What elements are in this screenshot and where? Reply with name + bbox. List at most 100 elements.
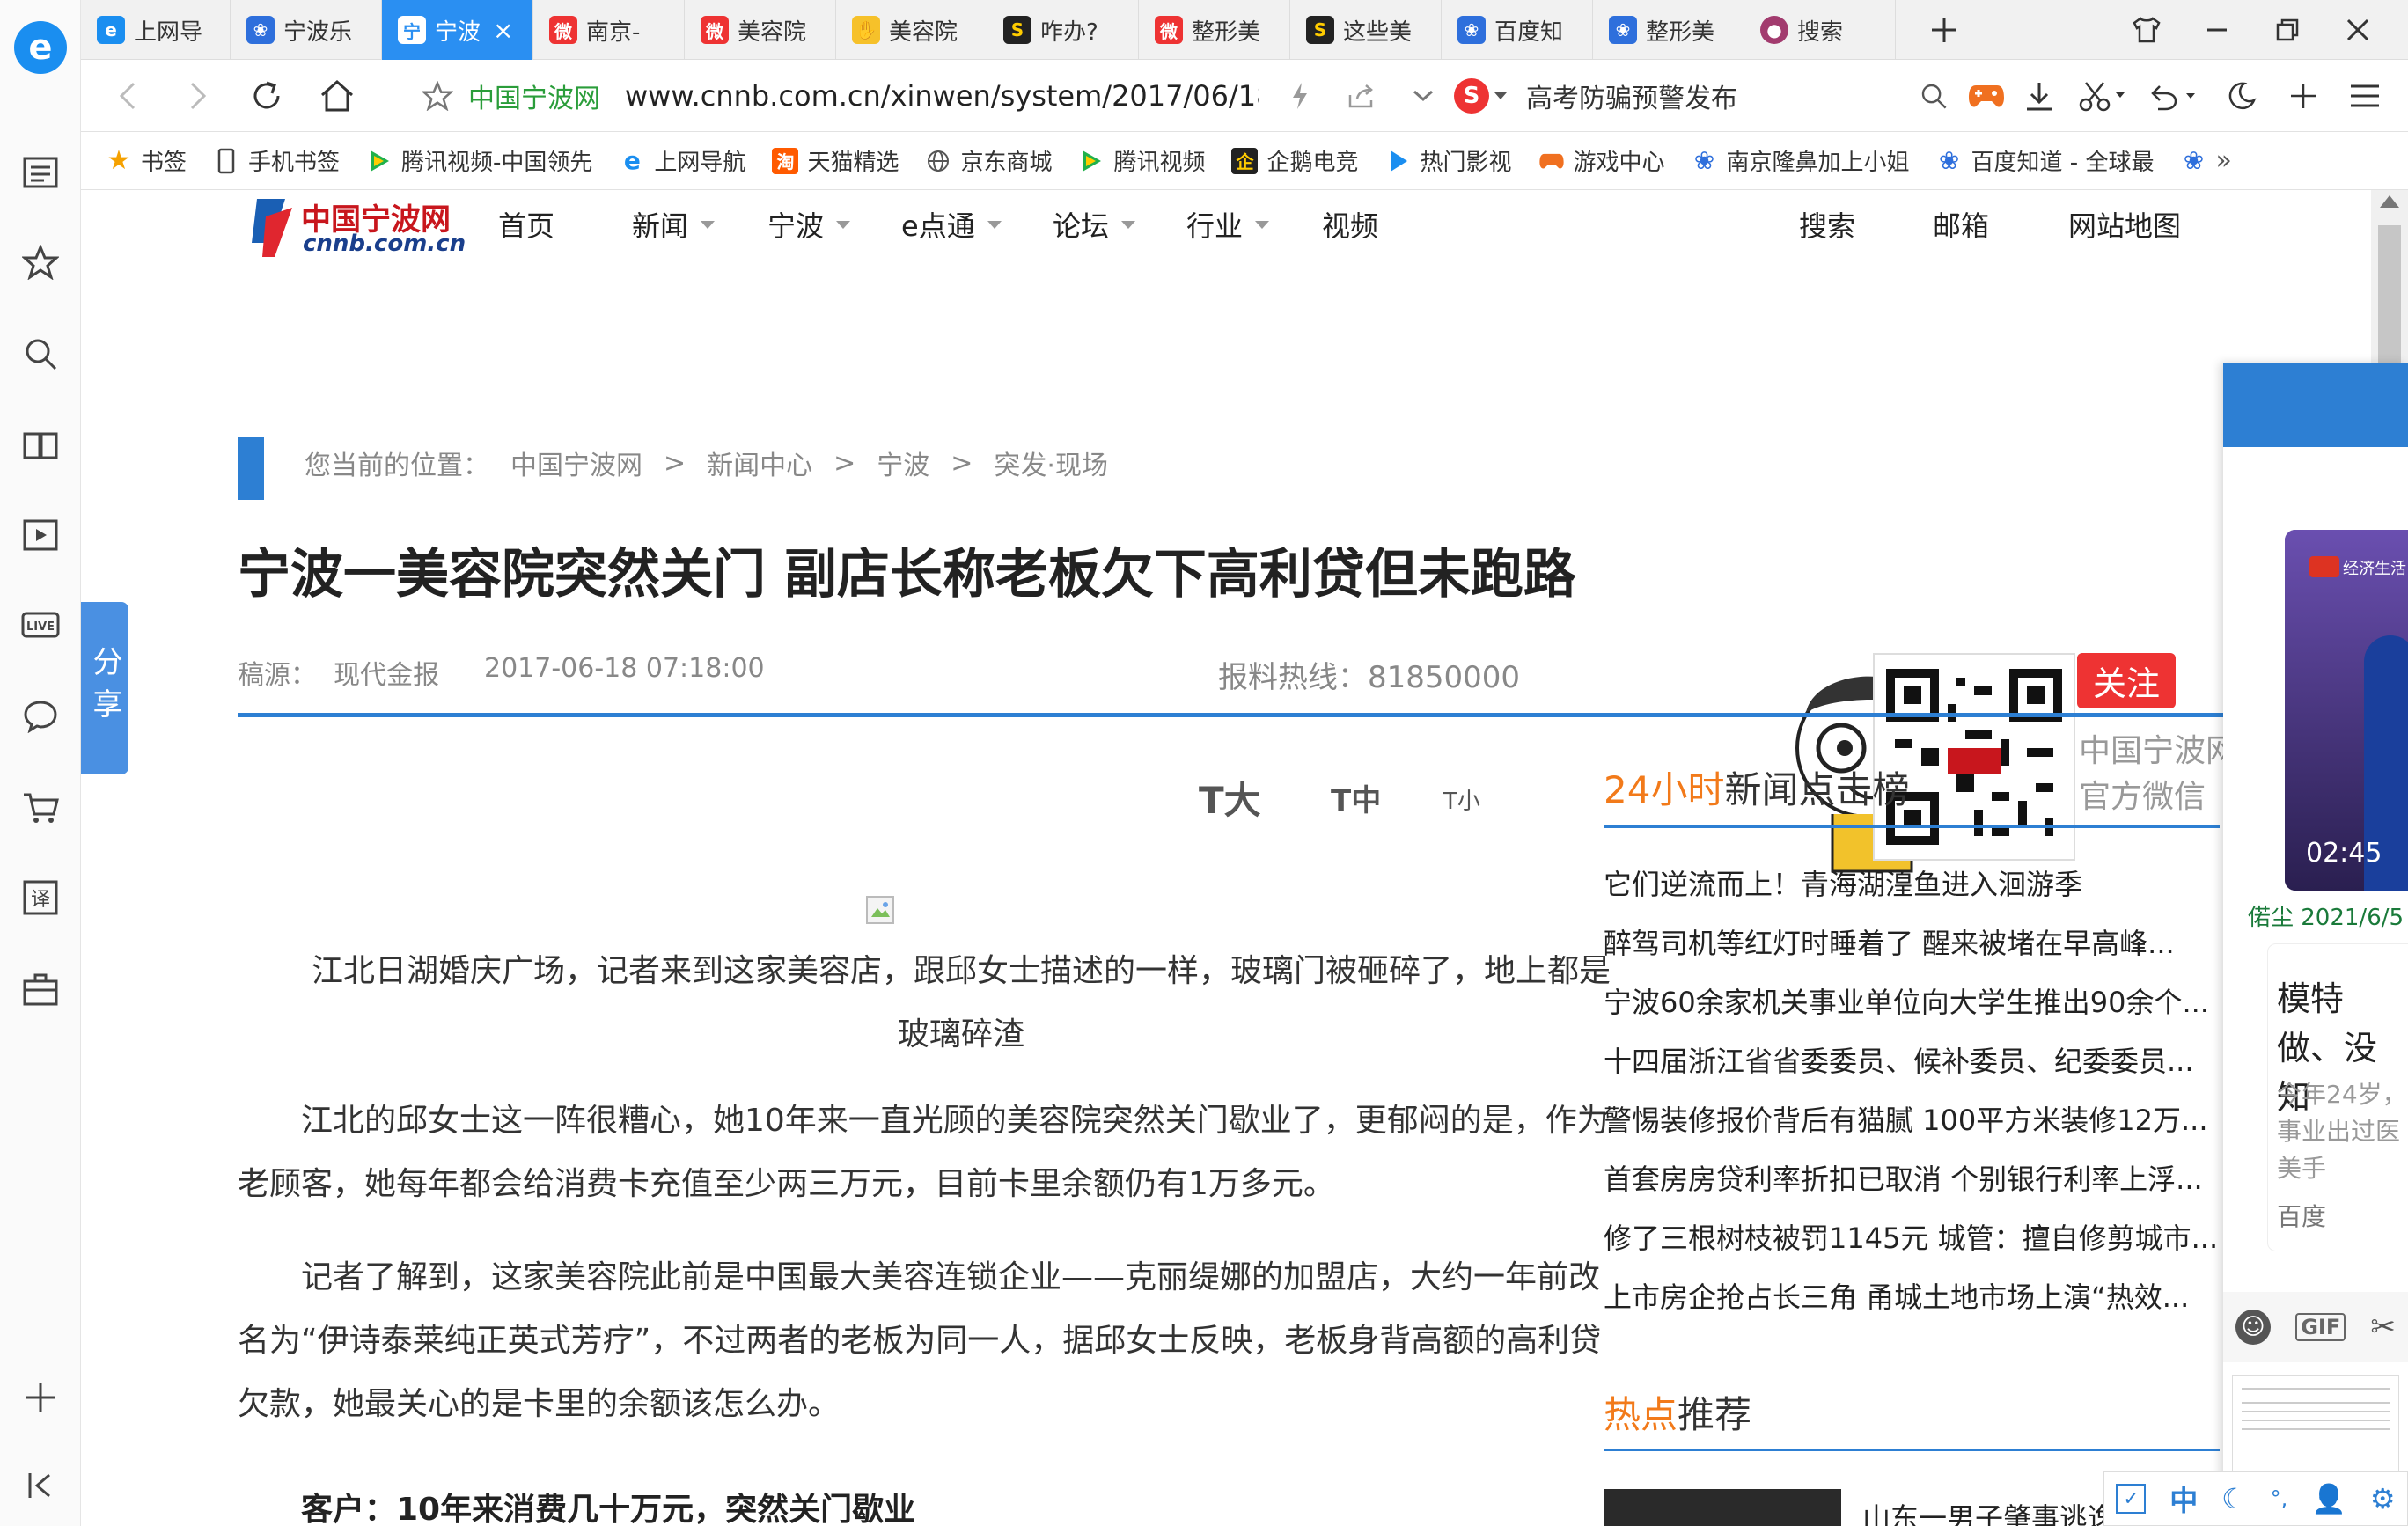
ranking-item[interactable]: 修了三根树枝被罚1145元 城管：擅自修剪城市... — [1604, 1216, 2220, 1257]
scissors-icon[interactable]: ✂ — [2370, 1310, 2396, 1345]
tab-item[interactable]: S 咋办? — [987, 0, 1139, 60]
site-logo[interactable]: 中国宁波网 cnnb.com.cn — [239, 190, 466, 266]
search-go-icon[interactable] — [1912, 74, 1956, 118]
news-icon[interactable] — [19, 151, 62, 194]
refresh-icon[interactable] — [245, 74, 289, 118]
tab-active[interactable]: 宁宁波 × — [382, 0, 533, 60]
bookmark-item[interactable]: 腾讯视频 — [1078, 144, 1205, 177]
bookmark-item[interactable]: 热门影视 — [1385, 144, 1512, 177]
search-icon[interactable] — [19, 333, 62, 375]
breadcrumb-link[interactable]: 宁波 — [877, 444, 929, 482]
nav-mail[interactable]: 邮箱 — [1933, 202, 1989, 246]
engine-dropdown-icon[interactable] — [1494, 92, 1507, 99]
chat-icon[interactable] — [19, 695, 62, 737]
bookmark-star-icon[interactable] — [415, 74, 459, 118]
ime-checkbox-icon[interactable]: ✓ — [2116, 1484, 2147, 1514]
sogou-search-icon[interactable]: S — [1454, 78, 1489, 114]
tab-item[interactable]: S 这些美 — [1290, 0, 1442, 60]
nav-news[interactable]: 新闻 — [632, 202, 716, 246]
favorites-star-icon[interactable] — [19, 241, 62, 283]
chevron-down-icon[interactable] — [1401, 74, 1445, 118]
bookmark-item[interactable]: 手机书签 — [213, 144, 340, 177]
ranking-item[interactable]: 醉驾司机等红灯时睡着了 醒来被堵在早高峰... — [1604, 921, 2220, 962]
bookmark-item[interactable]: e 上网导航 — [619, 144, 746, 177]
tab-item[interactable]: e 上网导 — [81, 0, 231, 60]
live-icon[interactable]: LIVE — [19, 604, 62, 646]
breadcrumb-link[interactable]: 新闻中心 — [707, 444, 812, 482]
browser-logo-icon[interactable]: e — [14, 21, 67, 74]
emoji-icon[interactable]: ☺ — [2235, 1310, 2272, 1345]
translate-icon[interactable]: 译 — [19, 877, 62, 919]
ime-chinese-mode[interactable]: 中 — [2169, 1478, 2198, 1519]
scissors-icon[interactable] — [2070, 74, 2133, 118]
bookmark-item[interactable]: 企企鹅电竞 — [1231, 144, 1359, 177]
nav-industry[interactable]: 行业 — [1186, 202, 1270, 246]
restore-icon[interactable] — [2264, 9, 2311, 51]
ranking-item[interactable]: 警惕装修报价背后有猫腻 100平方米装修12万... — [1604, 1098, 2220, 1139]
bookmark-overflow[interactable]: ❀» — [2180, 145, 2232, 176]
reader-book-icon[interactable] — [19, 424, 62, 466]
menu-icon[interactable] — [2343, 74, 2387, 118]
tab-item[interactable]: 微南京- — [533, 0, 685, 60]
bookmark-item[interactable]: 游戏中心 — [1538, 144, 1665, 177]
ranking-item[interactable]: 它们逆流而上！青海湖湟鱼进入洄游季 — [1604, 862, 2220, 903]
new-tab-icon[interactable] — [1920, 9, 1968, 51]
game-center-icon[interactable] — [1964, 74, 2008, 118]
back-icon[interactable] — [106, 74, 150, 118]
search-box[interactable]: S 高考防骗预警发布 — [1454, 70, 1964, 121]
nav-sitemap[interactable]: 网站地图 — [2068, 202, 2181, 246]
ime-settings-gear-icon[interactable]: ⚙ — [2370, 1482, 2396, 1515]
font-size-large[interactable]: T大 — [1199, 771, 1261, 825]
nav-edian[interactable]: e点通 — [901, 202, 1002, 246]
news-card[interactable]: 模特做、没知 今年24岁，事业出过医美手 百度 — [2267, 943, 2408, 1251]
bookmark-item[interactable]: 腾讯视频-中国领先 — [366, 144, 592, 177]
nav-ningbo[interactable]: 宁波 — [767, 202, 851, 246]
share-tab[interactable]: 分享 — [81, 602, 128, 774]
ranking-item[interactable]: 宁波60余家机关事业单位向大学生推出90余个... — [1604, 980, 2220, 1021]
forward-icon[interactable] — [176, 74, 220, 118]
bookmark-item[interactable]: ★ 书签 — [106, 144, 187, 177]
hot-thumbnail[interactable] — [1604, 1489, 1841, 1526]
font-size-small[interactable]: T小 — [1443, 783, 1480, 816]
bookmark-item[interactable]: 京东商城 — [925, 144, 1052, 177]
tab-item[interactable]: 微整形美 — [1139, 0, 1290, 60]
video-icon[interactable] — [19, 514, 62, 556]
tab-item[interactable]: ● 搜索 — [1744, 0, 1896, 60]
cart-icon[interactable] — [19, 787, 62, 829]
undo-icon[interactable] — [2140, 74, 2204, 118]
tab-item[interactable]: ❀ 百度知 — [1442, 0, 1593, 60]
follow-badge[interactable]: 关注 — [2077, 653, 2177, 708]
scroll-up-icon[interactable] — [2380, 195, 2399, 208]
night-mode-icon[interactable] — [2220, 74, 2264, 118]
nav-search[interactable]: 搜索 — [1799, 202, 1855, 246]
collapse-sidebar-icon[interactable] — [19, 1464, 62, 1507]
close-window-icon[interactable] — [2334, 9, 2382, 51]
add-icon[interactable] — [19, 1376, 62, 1419]
ranking-item[interactable]: 首套房房贷利率折扣已取消 个别银行利率上浮... — [1604, 1157, 2220, 1198]
ime-user-icon[interactable]: 👤 — [2311, 1482, 2346, 1515]
bookmark-item[interactable]: ❀ 百度知道 - 全球最 — [1936, 144, 2155, 177]
breadcrumb-link[interactable]: 中国宁波网 — [510, 444, 642, 482]
gif-icon[interactable]: GIF — [2295, 1313, 2346, 1341]
nav-home[interactable]: 首页 — [498, 202, 554, 246]
bookmark-item[interactable]: 淘天猫精选 — [772, 144, 899, 177]
download-icon[interactable] — [2017, 74, 2061, 118]
ranking-item[interactable]: 上市房企抢占长三角 甬城土地市场上演“热效... — [1604, 1275, 2220, 1316]
tab-item[interactable]: ❀ 整形美 — [1593, 0, 1744, 60]
add-tool-icon[interactable] — [2281, 74, 2325, 118]
share-icon[interactable] — [1340, 74, 1384, 118]
hot-item[interactable]: 山东一男子肇事逃逸 — [1862, 1496, 2116, 1526]
lightning-icon[interactable] — [1278, 74, 1322, 118]
tab-item[interactable]: 微美容院 — [685, 0, 836, 60]
close-tab-icon[interactable]: × — [493, 16, 513, 45]
ime-moon-icon[interactable]: ☾ — [2221, 1482, 2247, 1515]
font-size-medium[interactable]: T中 — [1331, 776, 1381, 819]
nav-video[interactable]: 视频 — [1322, 202, 1378, 246]
ime-punctuation-icon[interactable]: °, — [2271, 1486, 2288, 1511]
ranking-item[interactable]: 十四届浙江省省委委员、候补委员、纪委委员... — [1604, 1039, 2220, 1080]
breadcrumb-link[interactable]: 突发·现场 — [994, 444, 1108, 482]
tab-item[interactable]: ❀ 宁波乐 — [231, 0, 382, 60]
minimize-icon[interactable] — [2193, 9, 2241, 51]
briefcase-icon[interactable] — [19, 968, 62, 1010]
video-thumbnail[interactable]: 经济生活 02:45 — [2285, 530, 2408, 891]
